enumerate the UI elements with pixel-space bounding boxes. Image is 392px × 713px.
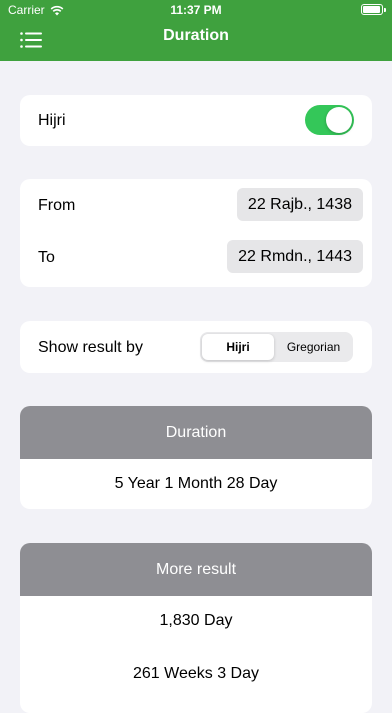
more-result-card: More result 1,830 Day 261 Weeks 3 Day (20, 543, 372, 713)
battery-icon (361, 4, 386, 15)
duration-header: Duration (20, 406, 372, 459)
from-label: From (38, 197, 76, 214)
status-time: 11:37 PM (170, 3, 222, 17)
hijri-toggle-card: Hijri (20, 95, 372, 146)
weeks-result: 261 Weeks 3 Day (133, 665, 259, 682)
page-title: Duration (163, 27, 229, 44)
status-bar: Carrier 11:37 PM (0, 0, 392, 20)
date-range-card: From 22 Rajb., 1438 To 22 Rmdn., 1443 (20, 179, 372, 287)
duration-value: 5 Year 1 Month 28 Day (114, 475, 278, 492)
days-result: 1,830 Day (159, 612, 233, 629)
segment-hijri[interactable]: Hijri (202, 334, 274, 360)
from-date-button[interactable]: 22 Rajb., 1438 (236, 188, 363, 221)
more-result-header: More result (20, 543, 372, 596)
hijri-label: Hijri (38, 112, 66, 129)
list-menu-icon[interactable] (20, 32, 42, 48)
hijri-toggle[interactable] (305, 105, 354, 135)
to-label: To (38, 249, 55, 266)
segment-gregorian[interactable]: Gregorian (276, 334, 351, 360)
to-date-button[interactable]: 22 Rmdn., 1443 (227, 240, 363, 273)
result-by-card: Show result by Hijri Gregorian (20, 321, 372, 373)
result-type-segmented-control: Hijri Gregorian (200, 332, 353, 362)
navigation-bar: Duration (0, 20, 392, 61)
duration-card: Duration 5 Year 1 Month 28 Day (20, 406, 372, 509)
result-by-label: Show result by (38, 339, 143, 356)
toggle-knob (326, 107, 352, 133)
